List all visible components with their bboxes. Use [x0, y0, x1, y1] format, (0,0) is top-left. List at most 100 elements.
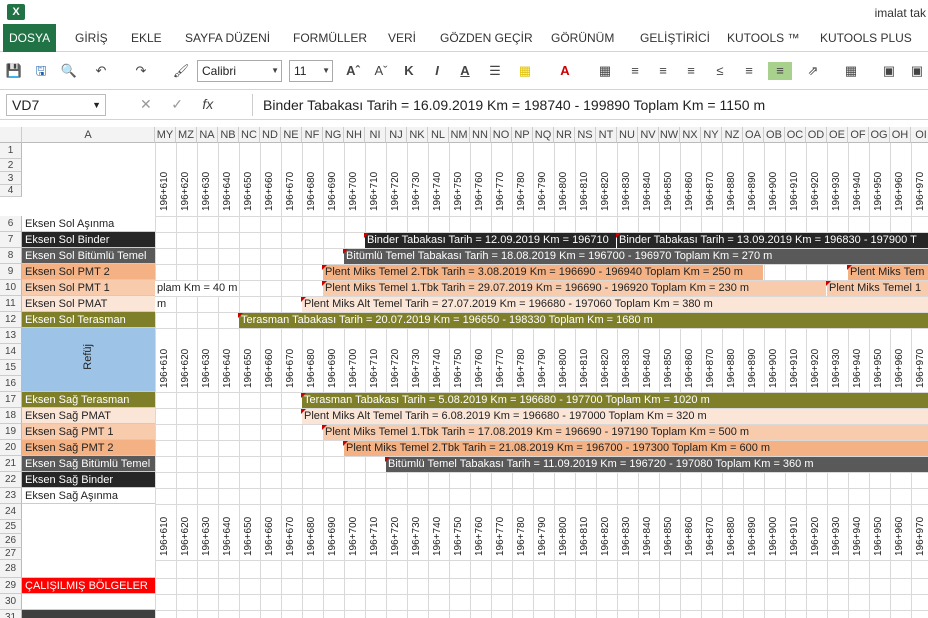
column-header[interactable]: NP	[512, 127, 533, 143]
borders-icon[interactable]: ▦	[596, 62, 614, 80]
layer-bar[interactable]: Plent Miks Temel 1	[827, 281, 928, 296]
column-header[interactable]: NL	[428, 127, 449, 143]
row-header[interactable]: 15	[0, 360, 22, 376]
column-header[interactable]: OB	[764, 127, 785, 143]
shrink-font-icon[interactable]: Aˇ	[372, 62, 390, 80]
column-header[interactable]: OG	[869, 127, 890, 143]
merge-cells-icon[interactable]: ▦	[842, 62, 860, 80]
worksheet-grid[interactable]: A MY MZ NA NB NC ND NE NF NG NH NI NJ NK NL NM NN NO NP NQ N…	[0, 127, 928, 618]
row-header[interactable]: 12	[0, 312, 22, 328]
save-icon[interactable]: 💾	[5, 62, 23, 80]
column-header[interactable]: OH	[890, 127, 911, 143]
row-header[interactable]: 9	[0, 264, 22, 280]
ribbon-tab[interactable]: GELİŞTİRİCİ	[634, 24, 716, 52]
row-header[interactable]: 25	[0, 520, 22, 534]
insert-function-icon[interactable]: fx	[202, 96, 213, 112]
ribbon-tab[interactable]: KUTOOLS PLUS	[814, 24, 918, 52]
ribbon-tab[interactable]: GÖRÜNÜM	[545, 24, 620, 52]
row-header[interactable]: 24	[0, 504, 22, 520]
layer-bar[interactable]: Bitümlü Temel Tabakası Tarih = 18.08.201…	[344, 249, 928, 264]
ribbon-tab[interactable]: KUTOOLS ™	[721, 24, 805, 52]
column-header[interactable]: MZ	[176, 127, 197, 143]
column-header[interactable]: NF	[302, 127, 323, 143]
column-header[interactable]: NI	[365, 127, 386, 143]
row-header[interactable]: 10	[0, 280, 22, 296]
row-header[interactable]: 27	[0, 548, 22, 560]
table-format-icon[interactable]: ▣	[908, 62, 926, 80]
bold-button[interactable]: K	[400, 62, 418, 80]
ribbon-tab[interactable]: VERİ	[382, 24, 422, 52]
layer-bar[interactable]: Plent Miks Temel 1.Tbk Tarih = 17.08.201…	[323, 425, 928, 440]
row-header[interactable]: 8	[0, 248, 22, 264]
select-all-corner[interactable]	[0, 127, 22, 143]
row-header[interactable]: 28	[0, 560, 22, 578]
column-header-a[interactable]: A	[22, 127, 155, 143]
row-header[interactable]: 20	[0, 440, 22, 456]
column-header[interactable]: NA	[197, 127, 218, 143]
column-header[interactable]: NQ	[533, 127, 554, 143]
ribbon-tab[interactable]: GÖZDEN GEÇİR	[434, 24, 539, 52]
cancel-icon[interactable]: ✕	[140, 96, 152, 112]
column-header[interactable]: NY	[701, 127, 722, 143]
layer-bar[interactable]: Binder Tabakası Tarih = 12.09.2019 Km = …	[365, 233, 617, 248]
column-header[interactable]: NE	[281, 127, 302, 143]
align-middle-icon[interactable]: ≡	[740, 62, 758, 80]
column-header[interactable]: OA	[743, 127, 764, 143]
fill-color-icon[interactable]: ▦	[516, 62, 534, 80]
column-header[interactable]: NC	[239, 127, 260, 143]
font-color-icon[interactable]: A	[556, 62, 574, 80]
column-header[interactable]: OF	[848, 127, 869, 143]
row-header[interactable]: 21	[0, 456, 22, 472]
layer-bar[interactable]: Binder Tabakası Tarih = 13.09.2019 Km = …	[617, 233, 928, 248]
underline-button[interactable]: A	[456, 62, 474, 80]
column-header[interactable]: NV	[638, 127, 659, 143]
undo-icon[interactable]: ↶	[92, 62, 110, 80]
column-header[interactable]: NN	[470, 127, 491, 143]
row-header[interactable]: 29	[0, 578, 22, 594]
row-header[interactable]: 31	[0, 610, 22, 618]
column-header[interactable]: NU	[617, 127, 638, 143]
wrap-text-icon[interactable]: ☰	[486, 62, 504, 80]
print-preview-icon[interactable]: 🔍	[60, 62, 78, 80]
column-header[interactable]: OD	[806, 127, 827, 143]
layer-bar[interactable]: Plent Miks Tem	[848, 265, 928, 280]
row-header[interactable]: 23	[0, 488, 22, 504]
layer-bar[interactable]: Bitümlü Temel Tabakası Tarih = 11.09.201…	[386, 457, 928, 472]
column-header[interactable]: MY	[155, 127, 176, 143]
ribbon-tab[interactable]: GİRİŞ	[69, 24, 114, 52]
layer-bar[interactable]: Plent Miks Temel 2.Tbk Tarih = 3.08.2019…	[323, 265, 764, 280]
layer-bar[interactable]: Terasman Tabakası Tarih = 5.08.2019 Km =…	[302, 393, 928, 408]
align-bottom-icon[interactable]: ≡	[768, 62, 792, 80]
redo-icon[interactable]: ↷	[132, 62, 150, 80]
font-name-combo[interactable]: Calibri ▼	[197, 60, 282, 82]
column-header[interactable]: NO	[491, 127, 512, 143]
ribbon-tab[interactable]: DOSYA	[3, 24, 57, 52]
name-box[interactable]: VD7 ▼	[6, 94, 106, 116]
column-header[interactable]: NJ	[386, 127, 407, 143]
enter-icon[interactable]: ✓	[171, 96, 183, 112]
column-header[interactable]: NR	[554, 127, 575, 143]
orientation-icon[interactable]: ⇗	[804, 62, 822, 80]
column-header[interactable]: OI	[911, 127, 928, 143]
row-header[interactable]: 6	[0, 216, 22, 232]
row-header[interactable]: 18	[0, 408, 22, 424]
layer-bar[interactable]: Plent Miks Temel 1.Tbk Tarih = 29.07.201…	[323, 281, 827, 296]
row-header[interactable]: 13	[0, 328, 22, 344]
italic-button[interactable]: I	[428, 62, 446, 80]
column-header[interactable]: NS	[575, 127, 596, 143]
row-header[interactable]: 1	[0, 143, 22, 159]
row-header[interactable]: 26	[0, 534, 22, 548]
column-header[interactable]: NG	[323, 127, 344, 143]
layer-bar[interactable]: Plent Miks Alt Temel Tarih = 27.07.2019 …	[302, 297, 928, 312]
formula-input[interactable]: Binder Tabakası Tarih = 16.09.2019 Km = …	[252, 94, 928, 116]
row-header[interactable]: 30	[0, 594, 22, 610]
column-header[interactable]: NB	[218, 127, 239, 143]
column-header[interactable]: NM	[449, 127, 470, 143]
ribbon-tab[interactable]: EKLE	[125, 24, 168, 52]
row-header[interactable]: 7	[0, 232, 22, 248]
layer-bar[interactable]: Plent Miks Temel 2.Tbk Tarih = 21.08.201…	[344, 441, 928, 456]
row-header[interactable]: 22	[0, 472, 22, 488]
layer-bar[interactable]: Plent Miks Alt Temel Tarih = 6.08.2019 K…	[302, 409, 928, 424]
layer-bar[interactable]: Terasman Tabakası Tarih = 20.07.2019 Km …	[239, 313, 928, 328]
row-header[interactable]: 14	[0, 344, 22, 360]
